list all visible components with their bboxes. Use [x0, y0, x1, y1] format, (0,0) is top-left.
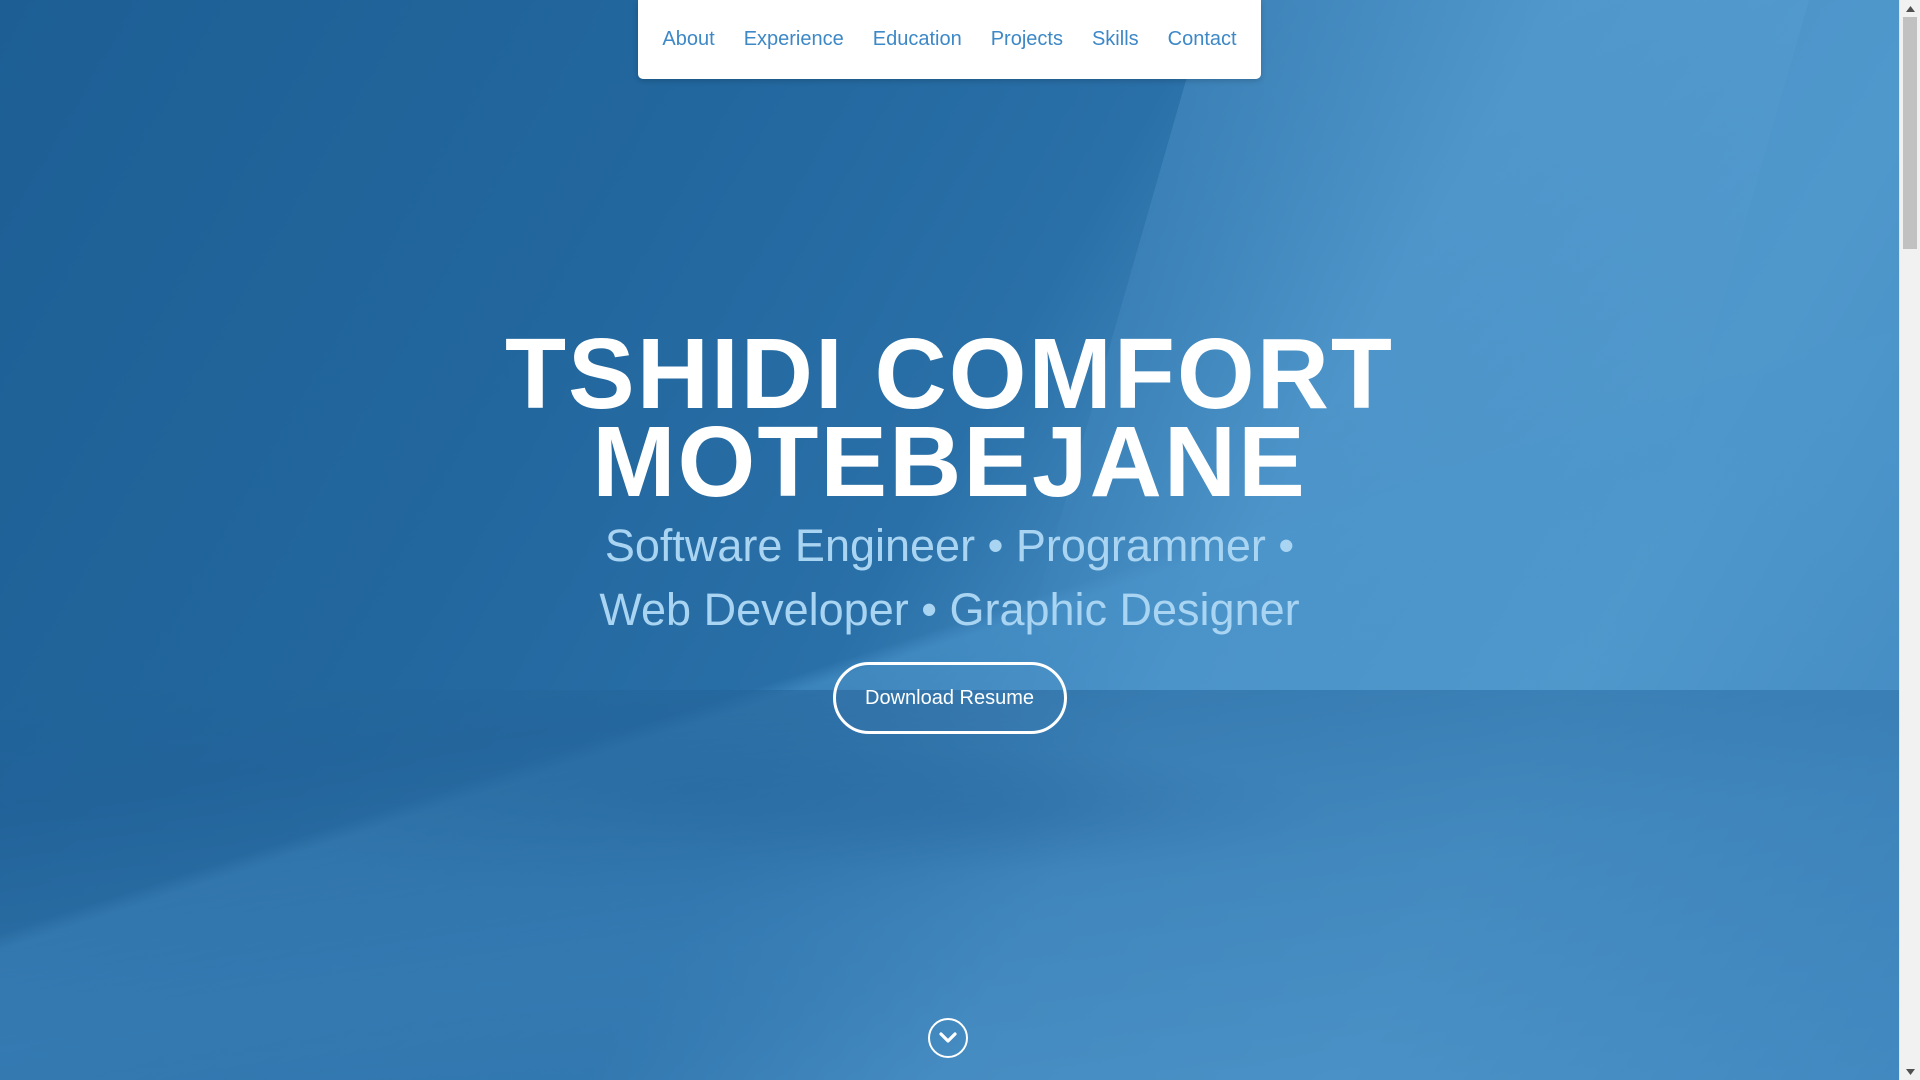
scrollbar-thumb[interactable]	[1903, 17, 1917, 249]
vertical-scrollbar[interactable]	[1899, 0, 1920, 1080]
download-resume-button[interactable]: Download Resume	[832, 662, 1067, 734]
hero-name-line2: MOTEBEJANE	[592, 406, 1307, 518]
scroll-up-arrow-icon[interactable]	[1900, 0, 1920, 17]
chevron-down-icon	[939, 1032, 957, 1043]
main-navigation: About Experience Education Projects Skil…	[638, 0, 1261, 79]
nav-contact[interactable]: Contact	[1153, 28, 1251, 51]
hero-content: TSHIDI COMFORT MOTEBEJANE Software Engin…	[0, 324, 1899, 734]
scroll-down-arrow-icon[interactable]	[1900, 1063, 1920, 1080]
nav-projects[interactable]: Projects	[976, 28, 1077, 51]
nav-education[interactable]: Education	[858, 28, 976, 51]
scroll-down-button[interactable]	[928, 1018, 968, 1058]
hero-name: TSHIDI COMFORT MOTEBEJANE	[0, 324, 1899, 512]
hero-roles: Software Engineer • Programmer • Web Dev…	[599, 520, 1300, 635]
nav-experience[interactable]: Experience	[729, 28, 858, 51]
nav-skills[interactable]: Skills	[1077, 28, 1153, 51]
nav-about[interactable]: About	[648, 28, 729, 51]
page: About Experience Education Projects Skil…	[0, 0, 1920, 1080]
